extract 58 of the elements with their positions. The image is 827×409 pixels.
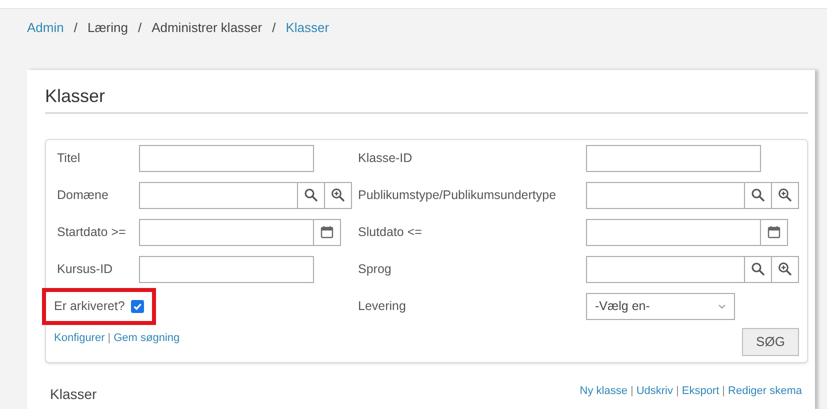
calendar-button[interactable] xyxy=(314,218,341,246)
input-field[interactable] xyxy=(586,256,745,283)
caret-icon xyxy=(718,304,726,309)
select-value: -Vælg en- xyxy=(595,298,650,315)
search-button[interactable] xyxy=(745,182,772,209)
field-label: Slutdato <= xyxy=(358,224,423,241)
zoom-button[interactable] xyxy=(772,182,799,209)
link-separator: | xyxy=(108,332,111,344)
link[interactable]: Konfigurer xyxy=(54,332,105,344)
field-label: Kursus-ID xyxy=(57,260,114,278)
input-field[interactable] xyxy=(139,144,314,172)
field-label: Titel xyxy=(57,150,82,167)
link[interactable]: Gem søgning xyxy=(114,332,180,344)
breadcrumb-separator: / xyxy=(74,19,78,37)
search-icon xyxy=(751,188,765,202)
breadcrumb-item: Læring xyxy=(87,19,128,37)
action-link[interactable]: Eksport xyxy=(682,384,720,397)
zoom-in-icon xyxy=(778,262,792,276)
calendar-icon xyxy=(320,225,334,240)
action-link[interactable]: Udskriv xyxy=(636,384,673,397)
input-field[interactable] xyxy=(139,182,298,209)
input-field[interactable] xyxy=(139,256,314,283)
search-button[interactable] xyxy=(745,256,772,283)
calendar-icon xyxy=(767,225,781,240)
checkbox[interactable] xyxy=(130,300,144,313)
field-label: Levering xyxy=(358,298,407,315)
search-icon xyxy=(751,262,765,276)
search-button[interactable] xyxy=(298,182,325,209)
select-dropdown[interactable]: -Vælg en- xyxy=(586,292,735,320)
field-label: Sprog xyxy=(358,260,392,278)
field-label: Startdato >= xyxy=(57,224,127,241)
search-icon xyxy=(304,188,318,202)
zoom-button[interactable] xyxy=(325,182,352,209)
zoom-in-icon xyxy=(778,188,792,202)
calendar-button[interactable] xyxy=(761,218,788,246)
link-separator: | xyxy=(676,384,679,397)
action-link[interactable]: Rediger skema xyxy=(728,384,802,397)
input-field[interactable] xyxy=(586,144,761,172)
zoom-button[interactable] xyxy=(772,256,799,283)
breadcrumb-link[interactable]: Admin xyxy=(27,18,64,70)
section-title: Klasser xyxy=(50,386,97,402)
link-separator: | xyxy=(722,384,726,397)
breadcrumb-item: Administrer klasser xyxy=(152,19,262,37)
search-button[interactable]: SØG xyxy=(742,328,799,356)
page-title: Klasser xyxy=(45,86,808,114)
action-link[interactable]: Ny klasse xyxy=(580,384,628,397)
input-field[interactable] xyxy=(139,218,314,246)
breadcrumb-link[interactable]: Klasser xyxy=(286,18,330,70)
field-label: Klasse-ID xyxy=(358,150,414,167)
input-field[interactable] xyxy=(586,218,761,246)
input-field[interactable] xyxy=(586,182,745,209)
field-label: Publikumstype/Publikumsundertype xyxy=(358,186,558,204)
field-label: Domæne xyxy=(57,186,110,204)
zoom-in-icon xyxy=(331,188,345,202)
breadcrumb-separator: / xyxy=(138,19,142,37)
link-separator: | xyxy=(630,384,634,397)
field-label: Er arkiveret? xyxy=(54,298,125,315)
breadcrumb-separator: / xyxy=(272,19,276,37)
